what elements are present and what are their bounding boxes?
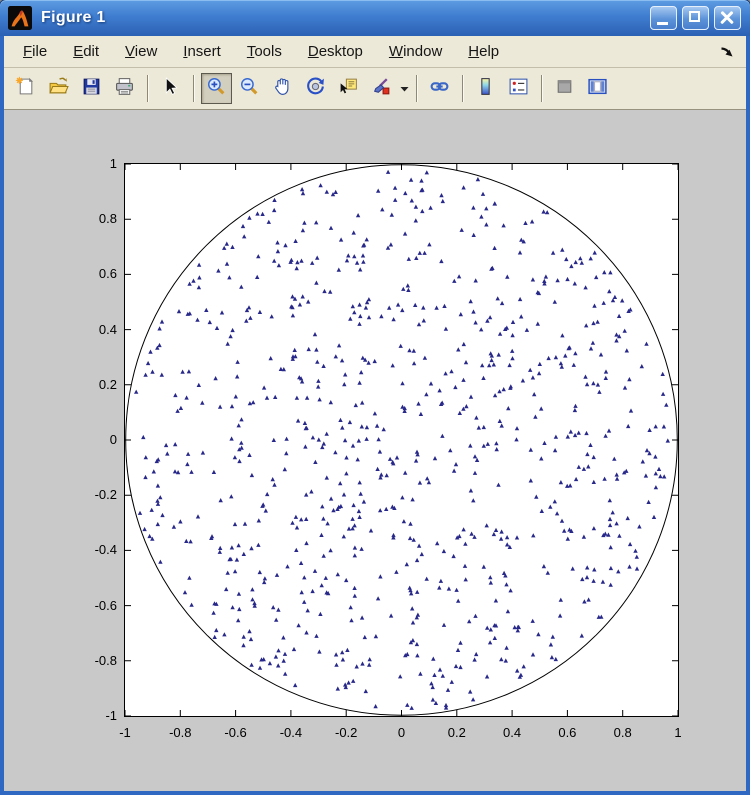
y-tick-label: -1 (73, 708, 117, 724)
menu-desktop[interactable]: Desktop (295, 38, 376, 65)
menu-insert[interactable]: Insert (170, 38, 234, 65)
chevron-down-icon (400, 86, 409, 92)
toolbar-separator (147, 75, 148, 102)
insert-colorbar-icon (475, 76, 496, 102)
link-plot-icon (429, 76, 450, 102)
axis-ticks (125, 164, 678, 716)
maximize-button[interactable] (682, 6, 709, 30)
close-button[interactable] (714, 6, 741, 30)
brush-data-dropdown-button[interactable] (398, 73, 410, 104)
toolbar-separator (541, 75, 542, 102)
rotate-3d-icon (305, 76, 326, 102)
edit-plot-icon (160, 76, 181, 102)
zoom-in-icon (206, 76, 227, 102)
y-tick-label: -0.6 (73, 598, 117, 614)
pan-icon (272, 76, 293, 102)
maximize-icon (689, 11, 700, 22)
data-cursor-icon (338, 76, 359, 102)
toolbar (4, 68, 746, 110)
menu-window[interactable]: Window (376, 38, 455, 65)
brush-data-button[interactable] (366, 73, 397, 104)
x-tick-label: 1 (656, 725, 700, 740)
zoom-out-button[interactable] (234, 73, 265, 104)
y-tick-label: 0.8 (73, 211, 117, 227)
menu-edit[interactable]: Edit (60, 38, 112, 65)
plot-axes[interactable] (124, 163, 679, 717)
toolbar-separator (462, 75, 463, 102)
unit-circle-outline (126, 165, 678, 716)
show-plot-tools-icon (587, 76, 608, 102)
minimize-button[interactable] (650, 6, 677, 30)
show-plot-tools-button[interactable] (582, 73, 613, 104)
y-tick-label: -0.8 (73, 653, 117, 669)
toolbar-separator (416, 75, 417, 102)
x-tick-label: 0 (380, 725, 424, 740)
hide-plot-tools-icon (554, 76, 575, 102)
menu-file[interactable]: File (10, 38, 60, 65)
new-figure-button[interactable] (10, 73, 41, 104)
matlab-logo-icon (8, 6, 32, 30)
x-tick-label: 0.6 (545, 725, 589, 740)
scatter-points (134, 170, 670, 710)
brush-data-icon (371, 76, 392, 102)
data-cursor-button[interactable] (333, 73, 364, 104)
figure-canvas: -1 -0.8 -0.6 -0.4 -0.2 0 0.2 0.4 0.6 0.8 1 -1 -0.8 -0… (4, 110, 746, 791)
edit-plot-button[interactable] (155, 73, 186, 104)
y-tick-label: 1 (73, 156, 117, 172)
menu-view[interactable]: View (112, 38, 170, 65)
window-title: Figure 1 (41, 9, 106, 27)
y-tick-label: 0 (73, 432, 117, 448)
open-file-button[interactable] (43, 73, 74, 104)
y-tick-label: -0.2 (73, 487, 117, 503)
link-plot-button[interactable] (424, 73, 455, 104)
zoom-in-button[interactable] (201, 73, 232, 104)
zoom-out-icon (239, 76, 260, 102)
menu-overflow-arrow-icon[interactable] (719, 45, 734, 59)
x-tick-label: 0.8 (601, 725, 645, 740)
x-tick-label: -1 (103, 725, 147, 740)
x-tick-label: -0.8 (158, 725, 202, 740)
menu-tools[interactable]: Tools (234, 38, 295, 65)
print-figure-button[interactable] (109, 73, 140, 104)
insert-legend-button[interactable] (503, 73, 534, 104)
open-file-icon (48, 76, 69, 102)
x-tick-label: -0.6 (214, 725, 258, 740)
minimize-icon (657, 22, 668, 25)
close-icon (720, 11, 734, 25)
y-tick-label: 0.6 (73, 266, 117, 282)
rotate-3d-button[interactable] (300, 73, 331, 104)
insert-legend-icon (508, 76, 529, 102)
save-figure-button[interactable] (76, 73, 107, 104)
x-tick-label: 0.2 (435, 725, 479, 740)
x-tick-label: -0.2 (324, 725, 368, 740)
menu-help[interactable]: Help (455, 38, 512, 65)
new-figure-icon (15, 76, 36, 102)
pan-button[interactable] (267, 73, 298, 104)
window-controls (650, 6, 741, 30)
insert-colorbar-button[interactable] (470, 73, 501, 104)
print-figure-icon (114, 76, 135, 102)
y-tick-label: 0.2 (73, 377, 117, 393)
toolbar-separator (193, 75, 194, 102)
x-tick-label: 0.4 (490, 725, 534, 740)
y-tick-label: -0.4 (73, 542, 117, 558)
hide-plot-tools-button[interactable] (549, 73, 580, 104)
figure-window: Figure 1 FileEditViewInsertToolsDesktopW… (0, 0, 750, 795)
menu-bar: FileEditViewInsertToolsDesktopWindowHelp (4, 36, 746, 68)
title-bar[interactable]: Figure 1 (0, 0, 750, 36)
x-tick-label: -0.4 (269, 725, 313, 740)
save-figure-icon (81, 76, 102, 102)
y-tick-label: 0.4 (73, 322, 117, 338)
